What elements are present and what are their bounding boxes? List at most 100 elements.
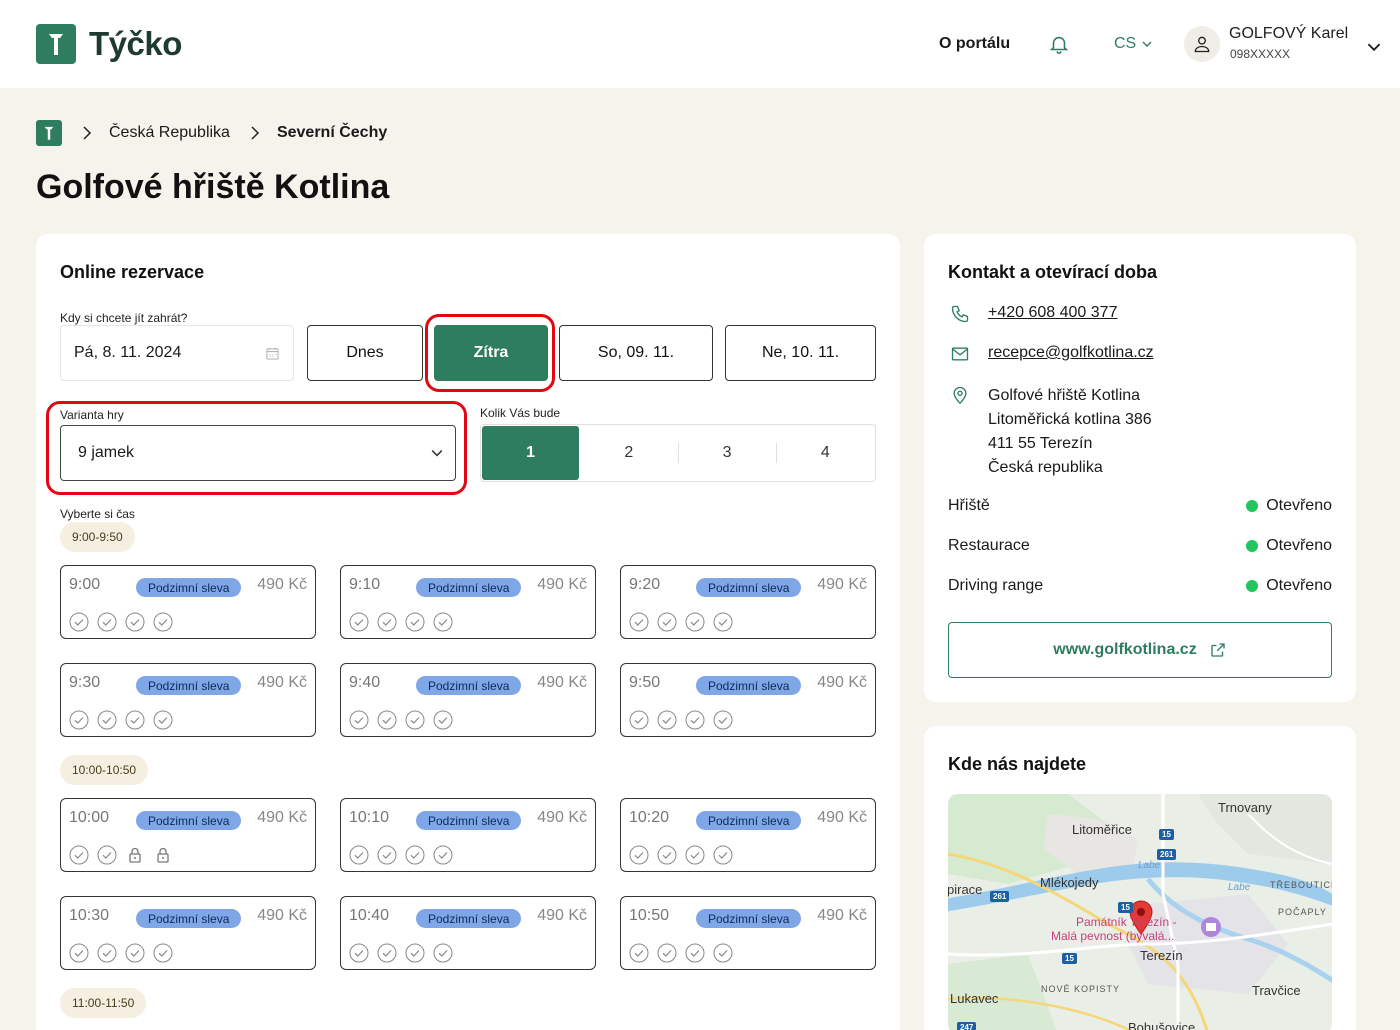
user-name[interactable]: GOLFOVÝ Karel bbox=[1229, 25, 1348, 43]
time-slot[interactable]: 10:00 Podzimní sleva 490 Kč bbox=[60, 798, 316, 872]
status-row-course: Hřiště Otevřeno bbox=[948, 497, 1332, 515]
day-tomorrow-button[interactable]: Zítra bbox=[434, 325, 548, 381]
lock-icon bbox=[153, 845, 173, 865]
slot-time: 10:00 bbox=[69, 809, 110, 826]
mail-icon bbox=[948, 344, 972, 364]
players-option-1[interactable]: 1 bbox=[482, 426, 580, 480]
address-line: Litoměřická kotlina 386 bbox=[988, 411, 1152, 428]
contact-phone-link[interactable]: +420 608 400 377 bbox=[988, 304, 1117, 322]
variant-label: Varianta hry bbox=[60, 408, 124, 422]
check-circle-icon bbox=[629, 710, 649, 730]
check-circle-icon bbox=[69, 612, 89, 632]
day-sunday-button[interactable]: Ne, 10. 11. bbox=[725, 325, 876, 381]
status-name: Driving range bbox=[948, 577, 1044, 594]
players-option-4[interactable]: 4 bbox=[777, 426, 874, 480]
brand-name: Týčko bbox=[89, 25, 182, 62]
discount-badge: Podzimní sleva bbox=[696, 578, 802, 597]
check-circle-icon bbox=[685, 612, 705, 632]
check-circle-icon bbox=[97, 612, 117, 632]
time-slot[interactable]: 9:40 Podzimní sleva 490 Kč bbox=[340, 663, 596, 737]
day-saturday-button[interactable]: So, 09. 11. bbox=[559, 325, 713, 381]
user-id: 098XXXXX bbox=[1230, 47, 1291, 61]
contact-email-link[interactable]: recepce@golfkotlina.cz bbox=[988, 344, 1154, 362]
chevron-down-icon bbox=[1142, 41, 1152, 47]
time-range-badge: 9:00-9:50 bbox=[60, 522, 135, 552]
variant-select[interactable]: 9 jamek bbox=[60, 425, 456, 481]
time-slot[interactable]: 10:50 Podzimní sleva 490 Kč bbox=[620, 896, 876, 970]
players-label: Kolik Vás bude bbox=[480, 406, 561, 420]
time-slot[interactable]: 9:30 Podzimní sleva 490 Kč bbox=[60, 663, 316, 737]
nav-about-portal[interactable]: O portálu bbox=[939, 35, 1010, 53]
user-avatar-icon[interactable] bbox=[1184, 26, 1220, 62]
check-circle-icon bbox=[69, 845, 89, 865]
check-circle-icon bbox=[629, 612, 649, 632]
breadcrumb-region: Severní Čechy bbox=[276, 124, 388, 141]
discount-badge: Podzimní sleva bbox=[136, 578, 242, 597]
time-slot[interactable]: 9:00 Podzimní sleva 490 Kč bbox=[60, 565, 316, 639]
check-circle-icon bbox=[125, 612, 145, 632]
check-circle-icon bbox=[125, 710, 145, 730]
time-slot[interactable]: 10:40 Podzimní sleva 490 Kč bbox=[340, 896, 596, 970]
check-circle-icon bbox=[125, 943, 145, 963]
slot-capacity bbox=[69, 710, 173, 730]
check-circle-icon bbox=[685, 710, 705, 730]
map-label: TŘEBOUTICE bbox=[1270, 880, 1332, 890]
check-circle-icon bbox=[433, 710, 453, 730]
players-option-3[interactable]: 3 bbox=[679, 426, 776, 480]
breadcrumb-country[interactable]: Česká Republika bbox=[109, 124, 230, 142]
discount-badge: Podzimní sleva bbox=[416, 909, 522, 928]
check-circle-icon bbox=[405, 612, 425, 632]
check-circle-icon bbox=[153, 943, 173, 963]
check-circle-icon bbox=[433, 943, 453, 963]
location-map[interactable]: Trnovany Litoměřice Mlékojedy pirace TŘE… bbox=[948, 794, 1332, 1030]
check-circle-icon bbox=[629, 845, 649, 865]
players-option-2[interactable]: 2 bbox=[580, 426, 677, 480]
user-menu-chevron-icon[interactable] bbox=[1367, 40, 1381, 54]
check-circle-icon bbox=[657, 710, 677, 730]
notifications-bell-icon[interactable] bbox=[1048, 33, 1070, 55]
date-value: Pá, 8. 11. 2024 bbox=[74, 344, 182, 361]
time-slot[interactable]: 10:30 Podzimní sleva 490 Kč bbox=[60, 896, 316, 970]
contact-email-row: recepce@golfkotlina.cz bbox=[948, 344, 1154, 364]
map-poi-label: Památník Terezín - bbox=[1076, 915, 1177, 929]
check-circle-icon bbox=[433, 845, 453, 865]
chevron-right-icon bbox=[83, 126, 92, 140]
map-label: Trnovany bbox=[1218, 800, 1272, 815]
discount-badge: Podzimní sleva bbox=[416, 811, 522, 830]
map-title: Kde nás najdete bbox=[948, 754, 1087, 774]
check-circle-icon bbox=[713, 612, 733, 632]
check-circle-icon bbox=[69, 710, 89, 730]
road-shield: 15 bbox=[1062, 953, 1077, 964]
breadcrumb: Česká Republika Severní Čechy bbox=[36, 120, 387, 146]
check-circle-icon bbox=[405, 710, 425, 730]
time-slot[interactable]: 9:20 Podzimní sleva 490 Kč bbox=[620, 565, 876, 639]
slot-time: 9:20 bbox=[629, 576, 661, 593]
slot-capacity bbox=[69, 612, 173, 632]
time-slot[interactable]: 9:50 Podzimní sleva 490 Kč bbox=[620, 663, 876, 737]
home-logo-icon[interactable] bbox=[36, 120, 62, 146]
check-circle-icon bbox=[685, 943, 705, 963]
check-circle-icon bbox=[377, 845, 397, 865]
time-range-badge: 10:00-10:50 bbox=[60, 755, 149, 785]
slot-capacity bbox=[629, 943, 733, 963]
logo-icon bbox=[36, 24, 76, 64]
location-pin-icon bbox=[948, 384, 972, 406]
time-slot[interactable]: 10:10 Podzimní sleva 490 Kč bbox=[340, 798, 596, 872]
check-circle-icon bbox=[433, 612, 453, 632]
slot-time: 9:50 bbox=[629, 674, 661, 691]
check-circle-icon bbox=[657, 612, 677, 632]
map-poi-label: Malá pevnost (bývalá... bbox=[1051, 929, 1175, 943]
time-slot[interactable]: 9:10 Podzimní sleva 490 Kč bbox=[340, 565, 596, 639]
time-range-badge: 11:00-11:50 bbox=[60, 988, 147, 1018]
day-today-button[interactable]: Dnes bbox=[307, 325, 423, 381]
language-selector[interactable]: CS bbox=[1114, 35, 1152, 53]
status-name: Hřiště bbox=[948, 497, 990, 514]
slot-time: 10:40 bbox=[349, 907, 390, 924]
time-slot[interactable]: 10:20 Podzimní sleva 490 Kč bbox=[620, 798, 876, 872]
map-label: pirace bbox=[948, 882, 983, 897]
slot-capacity bbox=[349, 943, 453, 963]
website-button[interactable]: www.golfkotlina.cz bbox=[948, 622, 1332, 678]
brand-logo[interactable]: Týčko bbox=[36, 24, 182, 64]
date-picker-input[interactable]: Pá, 8. 11. 2024 bbox=[60, 325, 294, 381]
slot-price: 490 Kč bbox=[537, 576, 587, 593]
